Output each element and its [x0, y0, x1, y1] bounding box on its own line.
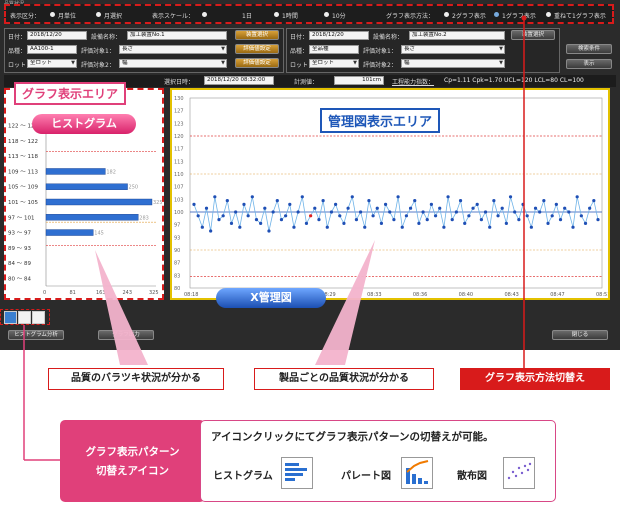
pattern-switch-title-2: 切替えアイコン [96, 465, 169, 477]
pareto-icon [401, 457, 433, 489]
control-area-callout: 管理図表示エリア [320, 108, 441, 133]
pattern-switch-title-1: グラフ表示パターン [85, 446, 180, 458]
pattern-description: アイコンクリックにてグラフ表示パターンの切替えが可能。 [211, 431, 494, 443]
pointer-histogram [95, 250, 148, 365]
note-variation: 品質のバラツキ状況が分かる [48, 368, 224, 390]
pattern-switch-label: グラフ表示パターン 切替えアイコン [60, 420, 205, 502]
histogram-icon [281, 457, 313, 489]
note-graph-mode-switch: グラフ表示方法切替え [460, 368, 610, 390]
scatter-icon [503, 457, 535, 489]
graph-area-callout: グラフ表示エリア [14, 82, 127, 105]
histogram-pill: ヒストグラム [32, 114, 136, 134]
x-chart-pill: X管理図 [216, 288, 326, 308]
pattern-description-box: アイコンクリックにてグラフ表示パターンの切替えが可能。 ヒストグラム パレート図… [200, 420, 556, 502]
scatter-icon-label: 散布図 [457, 471, 487, 482]
pointer-graph-mode-dot [521, 15, 527, 21]
note-product-quality: 製品ごとの品質状況が分かる [254, 368, 434, 390]
histogram-icon-label: ヒストグラム [213, 471, 273, 482]
pareto-icon-label: パレート図 [341, 471, 391, 482]
